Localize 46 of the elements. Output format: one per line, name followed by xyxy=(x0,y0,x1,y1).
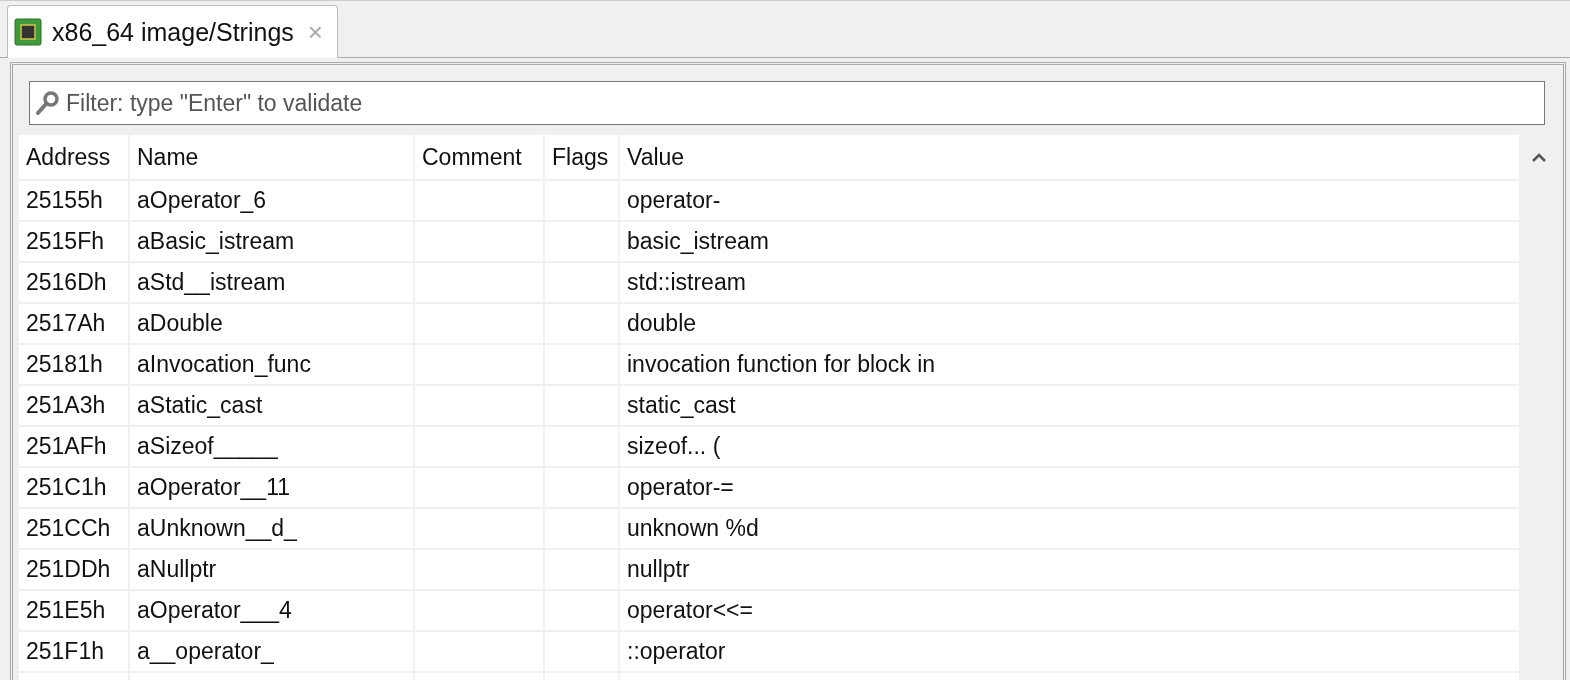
chip-icon xyxy=(14,18,42,46)
table-cell: aStatic_cast xyxy=(130,386,415,425)
table-cell-text: double xyxy=(626,309,698,338)
table-cell-text: nullptr xyxy=(626,555,691,584)
table-cell: 2516Dh xyxy=(19,263,130,302)
column-header[interactable]: Comment xyxy=(415,135,545,179)
table-cell-text: operator- xyxy=(626,186,722,215)
table-cell-text: std::istream xyxy=(626,268,747,297)
table-cell-text: operator-= xyxy=(626,473,735,502)
table-cell: 251CCh xyxy=(19,509,130,548)
table-cell-text: basic_istream xyxy=(626,227,770,256)
table-cell-text: operator<<= xyxy=(626,596,754,625)
table-cell: 251AFh xyxy=(19,427,130,466)
table-cell: a__operator_ xyxy=(130,632,415,671)
column-header[interactable]: Value xyxy=(620,135,1519,179)
table-cell: 251DDh xyxy=(19,550,130,589)
table-cell: 251E5h xyxy=(19,591,130,630)
table-cell: aDouble xyxy=(130,304,415,343)
table-cell: 2515Fh xyxy=(19,222,130,261)
table-cell-text: ::operator xyxy=(626,637,727,666)
table-cell: 25181h xyxy=(19,345,130,384)
search-icon xyxy=(35,90,61,116)
view-tab[interactable]: x86_64 image/Strings × xyxy=(7,5,338,58)
table-cell: aUnknown__d_ xyxy=(130,509,415,548)
table-cell: aInvocation_func xyxy=(130,345,415,384)
table-cell: 251C1h xyxy=(19,468,130,507)
table-cell-text: invocation function for block in xyxy=(626,350,937,379)
filter-field[interactable]: Filter: type "Enter" to validate xyxy=(29,81,1545,125)
table-cell-text: static_cast xyxy=(626,391,737,420)
table-cell: aOperator__11 xyxy=(130,468,415,507)
table-cell: aStd__istream xyxy=(130,263,415,302)
table-cell: aSizeof_____ xyxy=(130,427,415,466)
scroll-up-icon[interactable] xyxy=(1532,153,1546,163)
table-cell: 251F1h xyxy=(19,632,130,671)
table-cell: aBasic_istream xyxy=(130,222,415,261)
column-header[interactable]: Flags xyxy=(545,135,620,179)
column-header[interactable]: Name xyxy=(130,135,415,179)
table-cell: aOperator___4 xyxy=(130,591,415,630)
column-header[interactable]: Address xyxy=(19,135,130,179)
table-cell: 2517Ah xyxy=(19,304,130,343)
table-cell: 25155h xyxy=(19,181,130,220)
table-cell: aOperator_6 xyxy=(130,181,415,220)
table-cell: aNullptr xyxy=(130,550,415,589)
table-cell-text: unknown %d xyxy=(626,514,760,543)
table-cell-text: sizeof... ( xyxy=(626,432,722,461)
table-cell: 251A3h xyxy=(19,386,130,425)
